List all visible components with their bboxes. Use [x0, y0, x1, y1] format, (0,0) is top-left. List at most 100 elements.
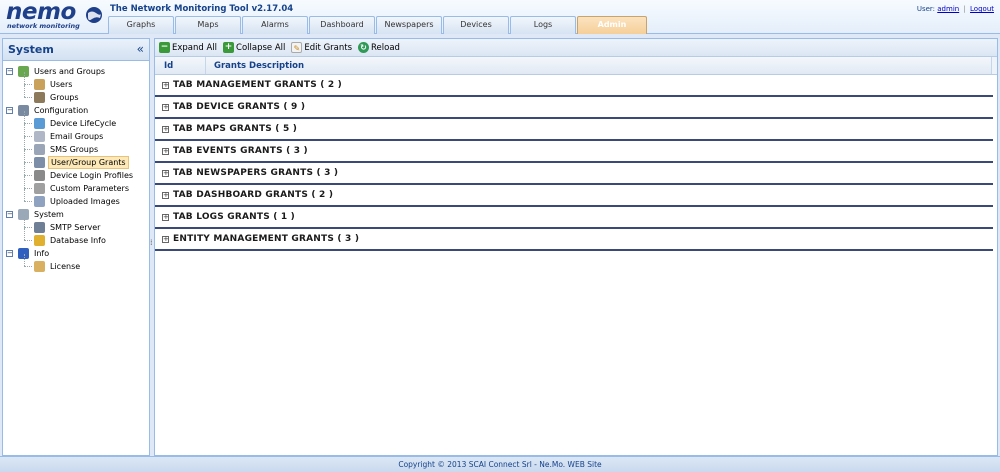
grant-group-title: TAB LOGS GRANTS ( 1 )	[173, 212, 295, 222]
expand-group-icon[interactable]: +	[162, 170, 169, 177]
tree-item-label: Email Groups	[50, 132, 104, 141]
nemo-logo[interactable]: nemo network monitoring	[4, 0, 104, 32]
tree-collapse-icon[interactable]: −	[6, 107, 13, 114]
tree-item-uploaded-images[interactable]: Uploaded Images	[3, 189, 149, 208]
tree-connector	[24, 150, 25, 162]
reload-button[interactable]: ↻ Reload	[358, 42, 400, 53]
globe-logo-icon	[86, 7, 102, 23]
app-header: nemo network monitoring The Network Moni…	[0, 0, 1000, 34]
grid-header: Id Grants Description	[155, 57, 997, 75]
tree-connector	[24, 254, 25, 266]
collapse-all-label: Collapse All	[236, 42, 286, 53]
tree-item-label: System	[34, 210, 64, 219]
tab-devices[interactable]: Devices	[443, 16, 509, 34]
tab-maps[interactable]: Maps	[175, 16, 241, 34]
expand-group-icon[interactable]: +	[162, 104, 169, 111]
grid-scroll-cap	[991, 57, 997, 74]
column-divider	[205, 57, 206, 74]
column-description-header[interactable]: Grants Description	[214, 61, 304, 71]
tab-alarms[interactable]: Alarms	[242, 16, 308, 34]
tree-connector	[24, 85, 25, 97]
tree-item-label: SMS Groups	[50, 145, 99, 154]
expand-group-icon[interactable]: +	[162, 214, 169, 221]
tab-dashboard[interactable]: Dashboard	[309, 16, 375, 34]
device-lifecycle-icon	[34, 118, 45, 129]
tree-collapse-icon[interactable]: −	[6, 250, 13, 257]
collapse-all-icon: +	[223, 42, 235, 53]
edit-grants-button[interactable]: ✎ Edit Grants	[291, 42, 352, 53]
tree-connector	[24, 84, 32, 85]
collapse-sidebar-icon[interactable]: «	[137, 42, 144, 56]
tree-item-groups[interactable]: Groups	[3, 85, 149, 104]
tree-item-label: Database Info	[50, 236, 106, 245]
app-title: The Network Monitoring Tool v2.17.04	[110, 4, 294, 14]
grants-grid: + TAB MANAGEMENT GRANTS ( 2 ) + TAB DEVICE …	[155, 75, 997, 251]
user-group-grants-icon	[34, 157, 45, 168]
tree-item-label: License	[50, 262, 81, 271]
tree-item-license[interactable]: License	[3, 254, 149, 273]
tree-item-label: Users and Groups	[34, 67, 106, 76]
groups-icon	[34, 92, 45, 103]
logo-subtitle: network monitoring	[7, 22, 80, 30]
grant-group-title: TAB MANAGEMENT GRANTS ( 2 )	[173, 80, 342, 90]
grant-group-row[interactable]: + TAB DASHBOARD GRANTS ( 2 )	[155, 185, 993, 207]
splitter-grip-icon: ⁞	[150, 238, 153, 247]
tree-item-label: Configuration	[34, 106, 89, 115]
tree-collapse-icon[interactable]: −	[6, 211, 13, 218]
grant-group-row[interactable]: + TAB EVENTS GRANTS ( 3 )	[155, 141, 993, 163]
smtp-server-icon	[34, 222, 45, 233]
tab-admin[interactable]: Admin	[577, 16, 647, 34]
user-separator: |	[963, 5, 966, 13]
tree-connector	[24, 123, 32, 124]
user-link[interactable]: admin	[937, 5, 959, 13]
main-tabs: Graphs Maps Alarms Dashboard Newspapers Devic…	[108, 16, 648, 34]
tree-connector	[24, 175, 32, 176]
sms-groups-icon	[34, 144, 45, 155]
grant-group-title: TAB EVENTS GRANTS ( 3 )	[173, 146, 308, 156]
device-login-profiles-icon	[34, 170, 45, 181]
page-footer: Copyright © 2013 SCAI Connect Srl - Ne.M…	[0, 456, 1000, 472]
tree-connector	[24, 124, 25, 136]
tree-connector	[24, 163, 25, 175]
grants-panel: − Expand All + Collapse All ✎ Edit Grant…	[154, 38, 998, 456]
logout-link[interactable]: Logout	[970, 5, 994, 13]
tree-item-label: SMTP Server	[50, 223, 101, 232]
tree-item-label: Custom Parameters	[50, 184, 129, 193]
collapse-all-button[interactable]: + Collapse All	[223, 42, 285, 53]
tree-item-label: Info	[34, 249, 50, 258]
expand-group-icon[interactable]: +	[162, 126, 169, 133]
grant-group-row[interactable]: + TAB MAPS GRANTS ( 5 )	[155, 119, 993, 141]
grant-group-row[interactable]: + ENTITY MANAGEMENT GRANTS ( 3 )	[155, 229, 993, 251]
tree-connector	[24, 227, 32, 228]
system-tree: − Users and Groups Users Groups − Configurati…	[3, 61, 149, 273]
expand-group-icon[interactable]: +	[162, 82, 169, 89]
tree-connector	[24, 136, 32, 137]
tree-connector	[24, 111, 25, 123]
tree-connector	[24, 149, 32, 150]
grant-group-row[interactable]: + TAB DEVICE GRANTS ( 9 )	[155, 97, 993, 119]
tree-item-database-info[interactable]: Database Info	[3, 228, 149, 247]
tree-connector	[24, 97, 32, 98]
user-prefix: User:	[916, 5, 936, 13]
grant-group-title: TAB MAPS GRANTS ( 5 )	[173, 124, 298, 134]
tree-item-label: User/Group Grants	[48, 156, 129, 169]
custom-parameters-icon	[34, 183, 45, 194]
expand-all-button[interactable]: − Expand All	[159, 42, 217, 53]
tree-collapse-icon[interactable]: −	[6, 68, 13, 75]
grant-group-row[interactable]: + TAB NEWSPAPERS GRANTS ( 3 )	[155, 163, 993, 185]
reload-label: Reload	[371, 42, 400, 53]
expand-group-icon[interactable]: +	[162, 192, 169, 199]
expand-group-icon[interactable]: +	[162, 148, 169, 155]
column-id-header[interactable]: Id	[164, 61, 173, 71]
tab-logs[interactable]: Logs	[510, 16, 576, 34]
grant-group-row[interactable]: + TAB LOGS GRANTS ( 1 )	[155, 207, 993, 229]
database-info-icon	[34, 235, 45, 246]
footer-copyright[interactable]: Copyright © 2013 SCAI Connect Srl - Ne.M…	[398, 460, 601, 469]
tree-connector	[24, 228, 25, 240]
tree-connector	[24, 72, 25, 84]
grant-group-row[interactable]: + TAB MANAGEMENT GRANTS ( 2 )	[155, 75, 993, 97]
tab-graphs[interactable]: Graphs	[108, 16, 174, 34]
tree-item-label: Groups	[50, 93, 79, 102]
tab-newspapers[interactable]: Newspapers	[376, 16, 442, 34]
expand-group-icon[interactable]: +	[162, 236, 169, 243]
